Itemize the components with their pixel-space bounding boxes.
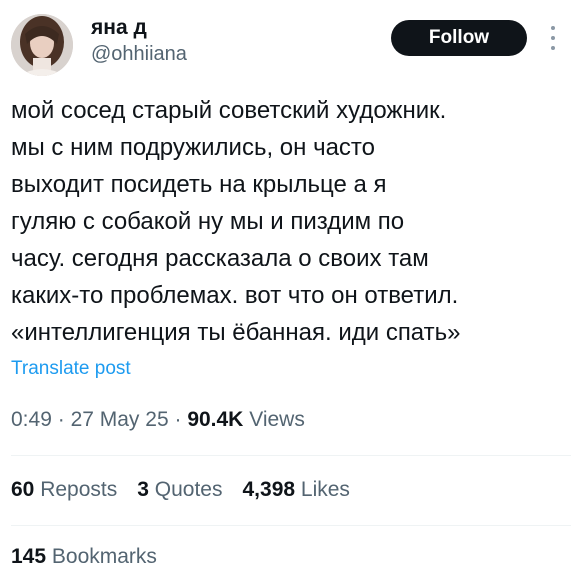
post-date[interactable]: 27 May 25 (71, 408, 169, 431)
likes-count: 4,398 (242, 478, 296, 501)
reposts-label: Reposts (40, 478, 118, 501)
tweet-line: выходит посидеть на крыльце а я (11, 171, 387, 198)
tweet-header: яна д @ohhiiana Follow (11, 12, 571, 76)
meta-separator: · (174, 408, 182, 431)
tweet-meta: 0:49 · 27 May 25 · 90.4K Views (11, 408, 305, 432)
more-dot (551, 26, 555, 30)
quotes-count: 3 (137, 478, 149, 501)
avatar-image (11, 14, 73, 76)
tweet-line: «интеллигенция ты ёбанная. иди спать» (11, 319, 461, 346)
divider (11, 525, 571, 526)
likes-stat[interactable]: 4,398 Likes (243, 478, 350, 502)
more-dot (551, 46, 555, 50)
meta-separator: · (57, 408, 65, 431)
display-name[interactable]: яна д (91, 16, 187, 40)
more-vertical-icon[interactable] (544, 26, 562, 50)
views-count[interactable]: 90.4K (187, 408, 243, 431)
tweet-line: мы с ним подружились, он часто (11, 134, 375, 161)
tweet-line: часу. сегодня рассказала о своих там (11, 245, 429, 272)
tweet-line: мой сосед старый советский художник. (11, 97, 447, 124)
bookmarks-count: 145 (11, 545, 47, 568)
user-handle[interactable]: @ohhiiana (91, 41, 187, 67)
quotes-stat[interactable]: 3 Quotes (137, 478, 222, 502)
engagement-stats: 60 Reposts 3 Quotes 4,398 Likes (11, 478, 350, 502)
divider (11, 455, 571, 456)
bookmarks-stat[interactable]: 145 Bookmarks (11, 545, 157, 569)
post-time[interactable]: 0:49 (11, 408, 52, 431)
tweet-line: гуляю с собакой ну мы и пиздим по (11, 208, 405, 235)
translate-post-link[interactable]: Translate post (11, 358, 131, 380)
reposts-stat[interactable]: 60 Reposts (11, 478, 117, 502)
follow-button[interactable]: Follow (391, 20, 527, 56)
views-label: Views (249, 408, 305, 431)
likes-label: Likes (300, 478, 350, 501)
bookmarks-label: Bookmarks (51, 545, 157, 568)
reposts-count: 60 (11, 478, 35, 501)
quotes-label: Quotes (154, 478, 223, 501)
avatar[interactable] (11, 14, 73, 76)
tweet-line: каких-то проблемах. вот что он ответил. (11, 282, 459, 309)
user-info: яна д @ohhiiana (91, 16, 187, 67)
tweet-text: мой сосед старый советский художник. мы … (11, 92, 571, 351)
more-dot (551, 36, 555, 40)
